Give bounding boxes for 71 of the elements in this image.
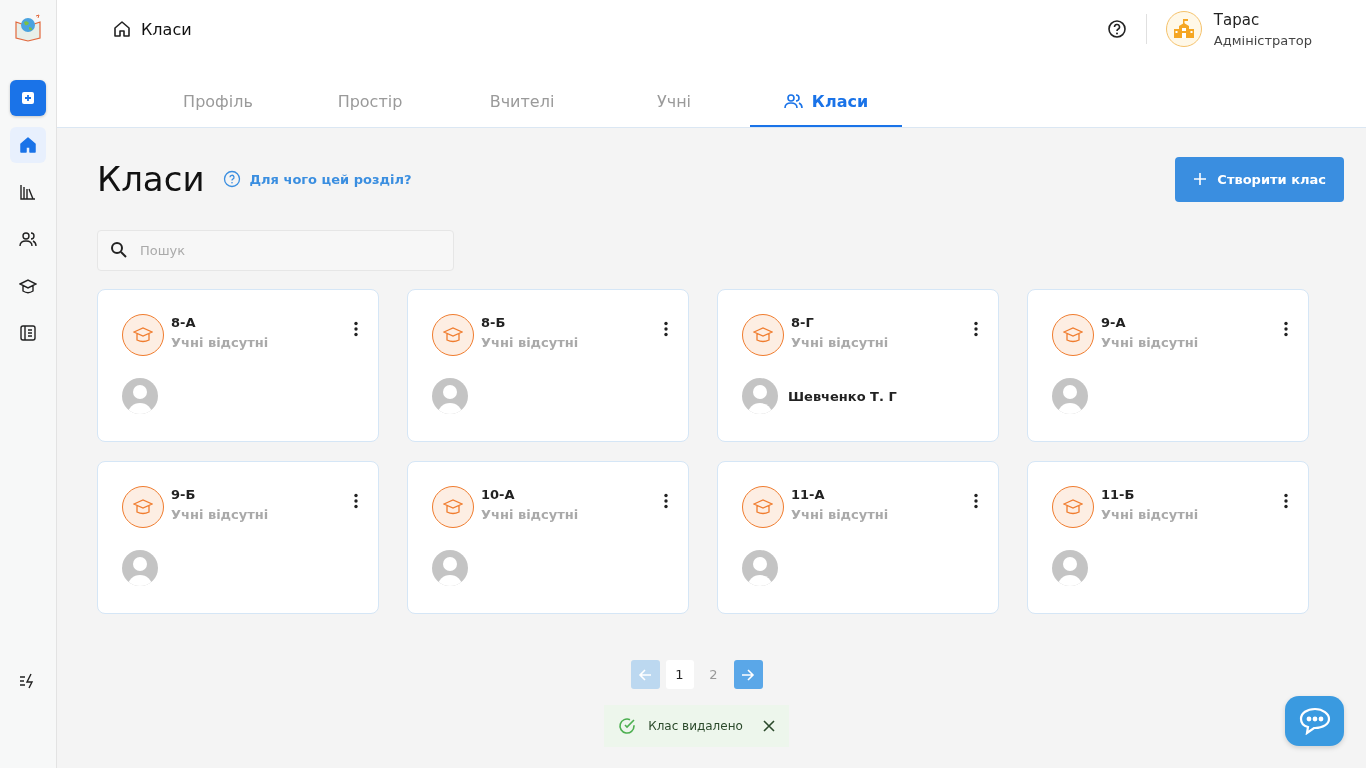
user-name: Тарас <box>1213 10 1261 29</box>
breadcrumb-title: Класи <box>141 19 192 39</box>
help-icon[interactable] <box>1106 19 1127 39</box>
class-status: Учні відсутні <box>481 507 580 522</box>
graduation-cap-icon <box>1052 486 1094 528</box>
graduation-cap-icon <box>122 486 164 528</box>
class-name: 8-Г <box>791 315 815 330</box>
class-name: 9-Б <box>171 487 197 502</box>
globe-book-logo <box>14 14 42 42</box>
class-status: Учні відсутні <box>171 335 270 350</box>
more-icon[interactable] <box>1284 493 1288 509</box>
more-icon[interactable] <box>974 321 978 337</box>
avatar-silhouette-icon <box>432 550 468 586</box>
avatar-silhouette-icon <box>122 550 158 586</box>
class-status: Учні відсутні <box>791 335 890 350</box>
class-name: 9-А <box>1101 315 1127 330</box>
avatar-silhouette-icon <box>1052 378 1088 414</box>
class-status: Учні відсутні <box>171 507 270 522</box>
class-card[interactable]: 11-Б Учні відсутні <box>1027 461 1309 614</box>
class-card[interactable]: 9-А Учні відсутні <box>1027 289 1309 442</box>
plus-icon <box>1193 172 1208 186</box>
chat-bubble-icon <box>1298 707 1331 735</box>
avatar-silhouette-icon <box>742 550 778 586</box>
page-title: Класи <box>97 159 205 199</box>
class-status: Учні відсутні <box>481 335 580 350</box>
people-icon <box>783 93 804 109</box>
more-icon[interactable] <box>974 493 978 509</box>
class-card[interactable]: 8-Б Учні відсутні <box>407 289 689 442</box>
graduation-cap-icon <box>122 314 164 356</box>
graduation-cap-icon <box>742 486 784 528</box>
class-card[interactable]: 8-А Учні відсутні <box>97 289 379 442</box>
left-arrow-icon <box>638 667 652 682</box>
more-icon[interactable] <box>354 321 358 337</box>
avatar-silhouette-icon <box>432 378 468 414</box>
avatar-silhouette-icon <box>742 378 778 414</box>
home-icon[interactable] <box>113 20 131 38</box>
class-status: Учні відсутні <box>791 507 890 522</box>
class-card[interactable]: 8-Г Учні відсутні Шевченко Т. Г <box>717 289 999 442</box>
class-name: 11-А <box>791 487 826 502</box>
class-status: Учні відсутні <box>1101 507 1200 522</box>
class-status: Учні відсутні <box>1101 335 1200 350</box>
check-circle-icon <box>618 717 637 735</box>
teacher-name: Шевченко Т. Г <box>788 388 897 404</box>
class-card[interactable]: 9-Б Учні відсутні <box>97 461 379 614</box>
class-name: 8-Б <box>481 315 507 330</box>
class-card[interactable]: 10-А Учні відсутні <box>407 461 689 614</box>
close-icon[interactable] <box>762 720 775 732</box>
search-field[interactable]: Пошук <box>97 230 454 271</box>
plus-icon <box>21 91 35 105</box>
page-button[interactable]: 1 <box>665 660 694 689</box>
chat-button[interactable] <box>1285 696 1344 746</box>
graduation-cap-icon <box>432 314 474 356</box>
class-name: 11-Б <box>1101 487 1136 502</box>
avatar-silhouette-icon <box>122 378 158 414</box>
class-name: 10-А <box>481 487 516 502</box>
search-icon <box>110 241 128 259</box>
avatar-silhouette-icon <box>1052 550 1088 586</box>
right-arrow-icon <box>741 667 755 682</box>
graduation-cap-icon <box>1052 314 1094 356</box>
graduation-cap-icon <box>742 314 784 356</box>
more-icon[interactable] <box>1284 321 1288 337</box>
add-button[interactable] <box>10 80 46 116</box>
class-name: 8-А <box>171 315 197 330</box>
more-icon[interactable] <box>664 493 668 509</box>
user-role: Адміністратор <box>1213 32 1312 48</box>
tab[interactable]: Класи <box>750 85 902 127</box>
more-icon[interactable] <box>664 321 668 337</box>
toast-message: Клас видалено <box>648 719 743 733</box>
class-card[interactable]: 11-А Учні відсутні <box>717 461 999 614</box>
more-icon[interactable] <box>354 493 358 509</box>
graduation-cap-icon <box>432 486 474 528</box>
